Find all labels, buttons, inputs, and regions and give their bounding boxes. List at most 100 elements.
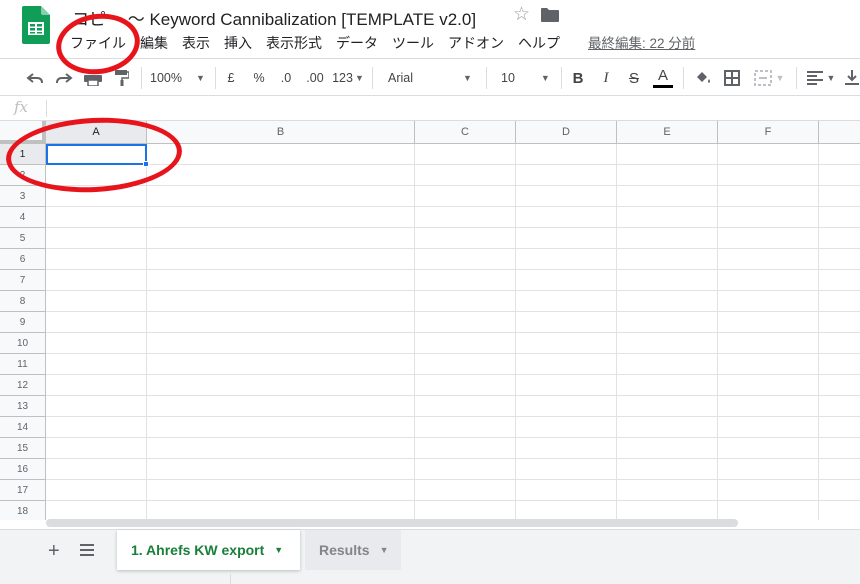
- sheet-tab-results[interactable]: Results ▼: [305, 530, 401, 570]
- grid-line: [46, 395, 860, 396]
- menu-tools[interactable]: ツール: [392, 33, 434, 53]
- row-header[interactable]: 16: [0, 459, 46, 480]
- sheets-logo-icon[interactable]: [22, 6, 50, 44]
- italic-button[interactable]: I: [597, 67, 615, 89]
- increase-decimal-label: .00: [306, 71, 324, 85]
- chevron-down-icon[interactable]: ▼: [274, 545, 283, 555]
- menu-view[interactable]: 表示: [182, 33, 210, 53]
- zoom-select[interactable]: 100% ▼: [150, 67, 208, 89]
- all-sheets-icon[interactable]: [80, 544, 94, 556]
- row-header[interactable]: 7: [0, 270, 46, 291]
- last-edit-link[interactable]: 最終編集: 22 分前: [588, 32, 695, 52]
- grid-line: [46, 269, 860, 270]
- row-header[interactable]: 18: [0, 501, 46, 520]
- grid-line: [46, 458, 860, 459]
- percent-button[interactable]: %: [251, 67, 267, 89]
- horizontal-scrollbar[interactable]: [46, 519, 738, 527]
- grid-line: [46, 206, 860, 207]
- sheet-tab-label: Results: [319, 542, 370, 558]
- grid-line: [46, 290, 860, 291]
- column-header-c[interactable]: C: [415, 121, 516, 144]
- grid-line: [46, 500, 860, 501]
- grid-line: [46, 248, 860, 249]
- decrease-decimal-button[interactable]: .0: [275, 67, 297, 89]
- divider: [230, 574, 231, 584]
- chevron-down-icon: ▼: [354, 73, 364, 83]
- sheet-tab-label: 1. Ahrefs KW export: [131, 542, 265, 558]
- text-color-button[interactable]: A: [653, 67, 673, 89]
- grid-line: [46, 437, 860, 438]
- sheet-tab-ahrefs-kw-export[interactable]: 1. Ahrefs KW export ▼: [117, 530, 300, 570]
- font-size-value: 10: [501, 71, 515, 85]
- sheet-tabs-bar: + 1. Ahrefs KW export ▼ Results ▼: [0, 529, 860, 584]
- fx-icon: fx: [14, 98, 29, 116]
- zoom-value: 100%: [150, 71, 182, 85]
- row-header[interactable]: 17: [0, 480, 46, 501]
- grid-line: [46, 479, 860, 480]
- bold-button[interactable]: B: [569, 67, 587, 89]
- row-header[interactable]: 11: [0, 354, 46, 375]
- toolbar-divider: [683, 67, 684, 89]
- menu-addons[interactable]: アドオン: [448, 33, 504, 53]
- row-header[interactable]: 8: [0, 291, 46, 312]
- add-sheet-button[interactable]: +: [48, 540, 60, 563]
- toolbar-divider: [215, 67, 216, 89]
- vertical-align-icon[interactable]: [844, 67, 860, 89]
- toolbar-divider: [486, 67, 487, 89]
- row-header[interactable]: 3: [0, 186, 46, 207]
- menu-help[interactable]: ヘルプ: [518, 33, 560, 53]
- folder-icon[interactable]: [541, 8, 559, 22]
- toolbar-divider: [372, 67, 373, 89]
- more-formats-label: 123: [332, 71, 353, 85]
- fill-color-icon[interactable]: [693, 67, 713, 89]
- text-color-label: A: [657, 67, 668, 84]
- row-header[interactable]: 13: [0, 396, 46, 417]
- text-color-swatch: [653, 85, 673, 88]
- chevron-down-icon[interactable]: ▼: [380, 545, 389, 555]
- formula-input[interactable]: [50, 96, 850, 120]
- toolbar: 100% ▼ £ % .0 .00 123 ▼ Arial ▼ 10 ▼ B I S A: [0, 58, 860, 96]
- font-select[interactable]: Arial ▼: [388, 67, 478, 89]
- row-header[interactable]: 14: [0, 417, 46, 438]
- font-value: Arial: [388, 71, 414, 85]
- menu-edit[interactable]: 編集: [140, 33, 168, 53]
- menu-bar: ファイル 編集 表示 挿入 表示形式 データ ツール アドオン ヘルプ: [70, 33, 574, 53]
- row-header[interactable]: 5: [0, 228, 46, 249]
- chevron-down-icon: ▼: [540, 73, 550, 83]
- cell-area[interactable]: [46, 144, 860, 520]
- increase-decimal-button[interactable]: .00: [302, 67, 328, 89]
- star-icon[interactable]: ☆: [513, 3, 530, 26]
- row-header[interactable]: 6: [0, 249, 46, 270]
- currency-button[interactable]: £: [223, 67, 239, 89]
- row-header[interactable]: 15: [0, 438, 46, 459]
- column-header-d[interactable]: D: [516, 121, 617, 144]
- font-size-select[interactable]: 10 ▼: [501, 67, 553, 89]
- row-header[interactable]: 9: [0, 312, 46, 333]
- grid-line: [46, 185, 860, 186]
- strikethrough-button[interactable]: S: [625, 67, 643, 89]
- column-header-e[interactable]: E: [617, 121, 718, 144]
- formula-bar-divider: [46, 100, 47, 117]
- menu-data[interactable]: データ: [336, 33, 378, 53]
- grid-line: [46, 416, 860, 417]
- spreadsheet-window: コピー 〜 Keyword Cannibalization [TEMPLATE …: [0, 0, 860, 584]
- row-header[interactable]: 4: [0, 207, 46, 228]
- borders-icon[interactable]: [722, 67, 742, 89]
- row-header[interactable]: 12: [0, 375, 46, 396]
- redo-icon[interactable]: [53, 67, 75, 89]
- undo-icon[interactable]: [24, 67, 46, 89]
- toolbar-divider: [796, 67, 797, 89]
- row-header[interactable]: 10: [0, 333, 46, 354]
- column-header-f[interactable]: F: [718, 121, 819, 144]
- menu-format[interactable]: 表示形式: [266, 33, 322, 53]
- align-left-icon[interactable]: ▼: [804, 67, 838, 89]
- chevron-down-icon: ▼: [195, 73, 205, 83]
- merge-cells-icon[interactable]: ▼: [750, 67, 788, 89]
- grid-line: [46, 227, 860, 228]
- grid-line: [46, 353, 860, 354]
- column-header-b[interactable]: B: [147, 121, 415, 144]
- column-header-g[interactable]: [819, 121, 860, 144]
- more-formats-button[interactable]: 123 ▼: [332, 67, 364, 89]
- grid-line: [46, 374, 860, 375]
- menu-insert[interactable]: 挿入: [224, 33, 252, 53]
